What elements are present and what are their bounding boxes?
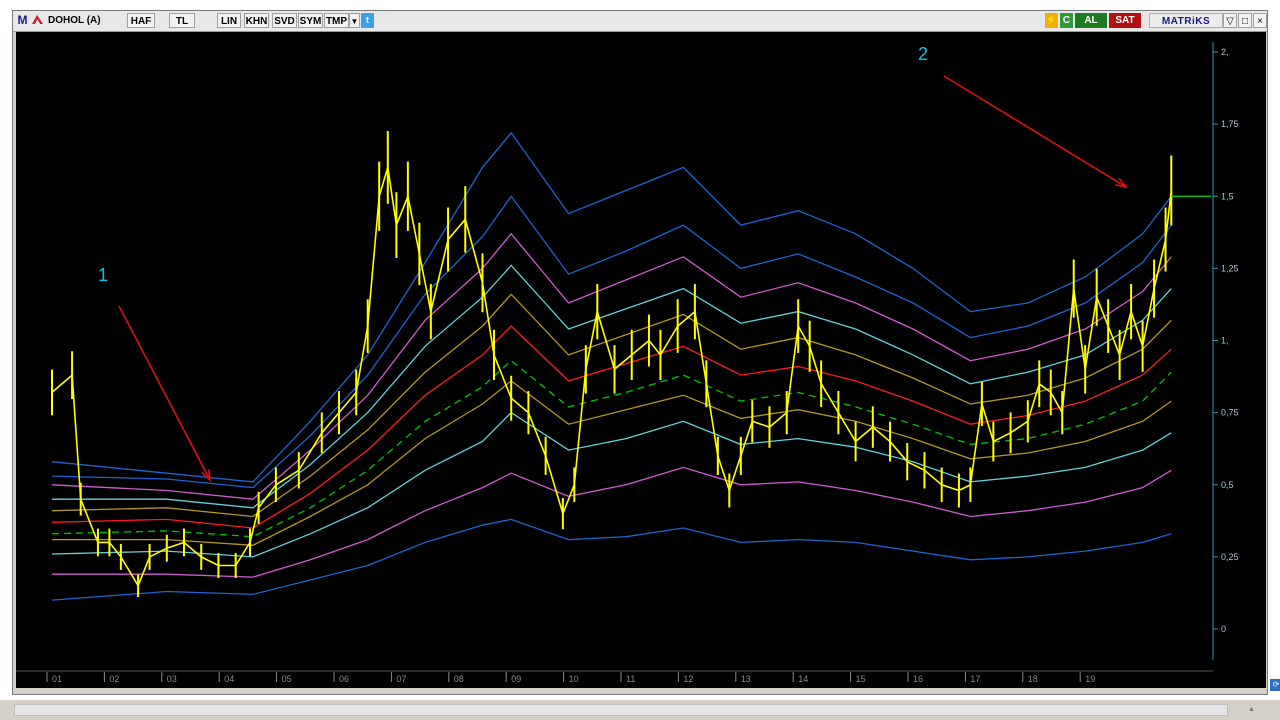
- y-tick-label: 0,5: [1221, 480, 1234, 490]
- x-tick-label: 12: [683, 674, 693, 684]
- template-dropdown-icon[interactable]: ▼: [349, 13, 360, 28]
- y-tick-label: 0: [1221, 624, 1226, 634]
- annotations: 1 2: [98, 44, 1128, 483]
- horizontal-scrollbar[interactable]: ▲: [0, 700, 1280, 720]
- x-axis: 01 02 03 04 05 06 07 08 09 10 11 12 13 14 15 16 17 18 19: [16, 670, 1213, 684]
- arrow-1: [118, 305, 211, 481]
- y-tick-label: 0,25: [1221, 552, 1239, 562]
- band-lines: [51, 131, 1172, 601]
- scrollbar-grip-icon[interactable]: ▲: [1248, 706, 1258, 714]
- x-tick-label: 15: [856, 674, 866, 684]
- y-tick-label: 1,25: [1221, 263, 1239, 273]
- arrow-2-head: [1115, 177, 1128, 189]
- menu-button[interactable]: M: [15, 13, 30, 28]
- x-tick-label: 06: [339, 674, 349, 684]
- chart-toolbar: M DOHOL (A) HAF TL LIN KHN SVD SYM TMP ▼…: [13, 11, 1267, 32]
- lightning-icon[interactable]: ⚡: [1045, 13, 1058, 28]
- x-tick-label: 10: [569, 674, 579, 684]
- symbol-selector[interactable]: DOHOL (A): [46, 13, 126, 28]
- maximize-icon[interactable]: □: [1238, 13, 1252, 28]
- period-button[interactable]: HAF: [127, 13, 155, 28]
- x-tick-label: 11: [626, 674, 635, 684]
- x-tick-label: 19: [1085, 674, 1095, 684]
- x-tick-label: 07: [396, 674, 406, 684]
- sym-button[interactable]: SYM: [298, 13, 323, 28]
- band-line-9: [51, 232, 1172, 500]
- chart-canvas: 0 0,25 0,5 0,75 1, 1,25 1,5 1,75 2, 01 02 03 04 05 06…: [16, 42, 1239, 684]
- template-button[interactable]: TMP: [324, 13, 349, 28]
- sell-button[interactable]: SAT: [1109, 13, 1141, 28]
- x-tick-label: 02: [109, 674, 119, 684]
- x-tick-label: 14: [798, 674, 808, 684]
- currency-button[interactable]: TL: [169, 13, 195, 28]
- x-tick-label: 18: [1028, 674, 1038, 684]
- chart-window: M DOHOL (A) HAF TL LIN KHN SVD SYM TMP ▼…: [12, 10, 1280, 695]
- band-line-8: [52, 264, 1172, 509]
- y-tick-label: 0,75: [1221, 408, 1239, 418]
- band-line-7: [51, 293, 1172, 518]
- x-tick-label: 13: [741, 674, 751, 684]
- close-icon[interactable]: ×: [1253, 13, 1267, 28]
- svd-button[interactable]: SVD: [272, 13, 297, 28]
- y-tick-label: 1,75: [1221, 119, 1239, 129]
- band-line-10: [51, 195, 1172, 489]
- buy-button[interactable]: AL: [1075, 13, 1107, 28]
- khn-button[interactable]: KHN: [244, 13, 269, 28]
- refresh-icon[interactable]: C: [1060, 13, 1073, 28]
- x-tick-label: 09: [511, 674, 521, 684]
- x-tick-label: 01: [52, 674, 62, 684]
- x-tick-label: 05: [282, 674, 292, 684]
- band-line-6: [51, 325, 1172, 529]
- brand-logo: MATRiKS: [1149, 13, 1223, 28]
- y-tick-label: 1,: [1221, 336, 1229, 346]
- twitter-icon[interactable]: t: [361, 13, 374, 28]
- x-tick-label: 16: [913, 674, 923, 684]
- symbol-logo-icon: [31, 13, 44, 28]
- scale-linear-button[interactable]: LIN: [217, 13, 241, 28]
- x-tick-label: 17: [970, 674, 980, 684]
- annotation-label-1: 1: [98, 265, 108, 285]
- annotation-label-2: 2: [918, 44, 928, 64]
- price-chart[interactable]: 0 0,25 0,5 0,75 1, 1,25 1,5 1,75 2, 01 02 03 04 05 06…: [16, 32, 1266, 688]
- scrollbar-thumb[interactable]: [14, 704, 1228, 716]
- x-tick-label: 03: [167, 674, 177, 684]
- band-line-5: [51, 359, 1172, 538]
- band-line-1: [51, 518, 1172, 601]
- chart-settings-icon[interactable]: ⟳: [1270, 679, 1280, 691]
- minimize-icon[interactable]: ▽: [1223, 13, 1237, 28]
- x-tick-label: 04: [224, 674, 234, 684]
- y-tick-label: 2,: [1221, 47, 1229, 57]
- band-line-11: [51, 131, 1172, 483]
- y-axis: 0 0,25 0,5 0,75 1, 1,25 1,5 1,75 2,: [1212, 42, 1239, 660]
- band-line-4: [52, 380, 1172, 546]
- arrow-2: [943, 75, 1127, 188]
- price-series: [51, 131, 1173, 597]
- y-tick-label: 1,5: [1221, 191, 1234, 201]
- x-tick-label: 08: [454, 674, 464, 684]
